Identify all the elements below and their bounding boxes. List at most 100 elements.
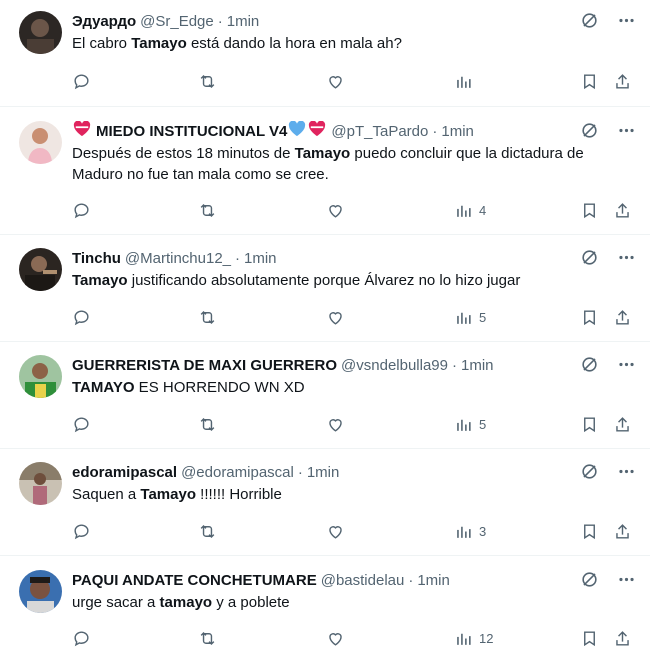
views-icon (454, 629, 473, 648)
views-count: 12 (479, 631, 494, 646)
timestamp[interactable]: 1min (227, 13, 260, 30)
tweet[interactable]: edoramipascal @edoramipascal · 1min Saqu… (0, 449, 650, 556)
retweet-button[interactable] (198, 72, 217, 91)
retweet-icon (198, 72, 217, 91)
user-handle[interactable]: @Sr_Edge (140, 13, 214, 30)
reply-icon (72, 308, 91, 327)
tweet-text: Después de estos 18 minutos de Tamayo pu… (72, 145, 584, 183)
bookmark-button[interactable] (580, 72, 599, 91)
bookmark-button[interactable] (580, 201, 599, 220)
retweet-button[interactable] (198, 522, 217, 541)
heart-ribbon-emoji (73, 120, 91, 141)
like-icon (326, 415, 345, 434)
display-name[interactable]: Tinchu (72, 250, 121, 267)
more-icon[interactable] (617, 248, 636, 267)
reply-button[interactable] (72, 72, 91, 91)
like-button[interactable] (326, 201, 345, 220)
reply-button[interactable] (72, 522, 91, 541)
tweet[interactable]: Эдуардо @Sr_Edge · 1min El cabro Tamayo … (0, 0, 650, 107)
grok-icon[interactable] (580, 248, 599, 267)
share-button[interactable] (613, 415, 632, 434)
views-button[interactable]: 5 (454, 308, 486, 327)
share-button[interactable] (613, 308, 632, 327)
tweet-text: urge sacar a tamayo y a poblete (72, 594, 290, 611)
tweet-text: Saquen a Tamayo !!!!!! Horrible (72, 486, 282, 503)
bookmark-icon (580, 308, 599, 327)
bookmark-button[interactable] (580, 629, 599, 648)
tweet[interactable]: PAQUI ANDATE CONCHETUMARE @bastidelau · … (0, 556, 650, 663)
avatar[interactable] (19, 248, 62, 291)
views-icon (454, 201, 473, 220)
views-button[interactable] (454, 72, 479, 91)
retweet-button[interactable] (198, 629, 217, 648)
like-icon (326, 522, 345, 541)
reply-button[interactable] (72, 629, 91, 648)
user-handle[interactable]: @edoramipascal (181, 464, 294, 481)
retweet-icon (198, 201, 217, 220)
like-button[interactable] (326, 308, 345, 327)
bookmark-button[interactable] (580, 522, 599, 541)
timestamp[interactable]: 1min (244, 250, 277, 267)
tweet[interactable]: GUERRERISTA DE MAXI GUERRERO @vsndelbull… (0, 342, 650, 449)
separator-dot: · (297, 463, 303, 481)
separator-dot: · (217, 12, 223, 30)
display-name[interactable]: PAQUI ANDATE CONCHETUMARE (72, 572, 317, 589)
views-icon (454, 522, 473, 541)
like-button[interactable] (326, 629, 345, 648)
like-button[interactable] (326, 415, 345, 434)
avatar[interactable] (19, 570, 62, 613)
share-button[interactable] (613, 522, 632, 541)
like-button[interactable] (326, 522, 345, 541)
more-icon[interactable] (617, 462, 636, 481)
more-icon[interactable] (617, 570, 636, 589)
user-handle[interactable]: @Martinchu12_ (125, 250, 231, 267)
grok-icon[interactable] (580, 462, 599, 481)
views-count: 5 (479, 417, 487, 432)
retweet-button[interactable] (198, 308, 217, 327)
views-button[interactable]: 5 (454, 415, 486, 434)
more-icon[interactable] (617, 121, 636, 140)
grok-icon[interactable] (580, 121, 599, 140)
share-button[interactable] (613, 72, 632, 91)
display-name[interactable]: GUERRERISTA DE MAXI GUERRERO (72, 357, 337, 374)
bookmark-button[interactable] (580, 415, 599, 434)
share-icon (613, 72, 632, 91)
tweet[interactable]: MIEDO INSTITUCIONAL V4 @pT_TaPardo · 1mi… (0, 107, 650, 235)
retweet-button[interactable] (198, 415, 217, 434)
grok-icon[interactable] (580, 570, 599, 589)
avatar[interactable] (19, 462, 62, 505)
share-button[interactable] (613, 201, 632, 220)
timestamp[interactable]: 1min (417, 572, 450, 589)
grok-icon[interactable] (580, 11, 599, 30)
blue-heart-emoji (288, 120, 306, 141)
tweet-text: Tamayo justificando absolutamente porque… (72, 272, 521, 289)
retweet-button[interactable] (198, 201, 217, 220)
views-button[interactable]: 12 (454, 629, 493, 648)
display-name[interactable]: Эдуардо (72, 13, 136, 30)
share-button[interactable] (613, 629, 632, 648)
tweet[interactable]: Tinchu @Martinchu12_ · 1min Tamayo justi… (0, 235, 650, 342)
views-button[interactable]: 4 (454, 201, 486, 220)
separator-dot: · (452, 356, 457, 374)
timestamp[interactable]: 1min (441, 123, 474, 140)
views-button[interactable]: 3 (454, 522, 486, 541)
like-icon (326, 72, 345, 91)
user-handle[interactable]: @pT_TaPardo (331, 123, 428, 140)
more-icon[interactable] (617, 11, 636, 30)
user-handle[interactable]: @bastidelau (321, 572, 405, 589)
like-button[interactable] (326, 72, 345, 91)
avatar[interactable] (19, 11, 62, 54)
display-name[interactable]: MIEDO INSTITUCIONAL V4 (96, 123, 287, 140)
more-icon[interactable] (617, 355, 636, 374)
bookmark-button[interactable] (580, 308, 599, 327)
avatar[interactable] (19, 121, 62, 164)
avatar[interactable] (19, 355, 62, 398)
reply-button[interactable] (72, 308, 91, 327)
reply-button[interactable] (72, 201, 91, 220)
grok-icon[interactable] (580, 355, 599, 374)
display-name[interactable]: edoramipascal (72, 464, 177, 481)
timestamp[interactable]: 1min (461, 357, 494, 374)
timestamp[interactable]: 1min (307, 464, 340, 481)
reply-button[interactable] (72, 415, 91, 434)
user-handle[interactable]: @vsndelbulla99 (341, 357, 448, 374)
